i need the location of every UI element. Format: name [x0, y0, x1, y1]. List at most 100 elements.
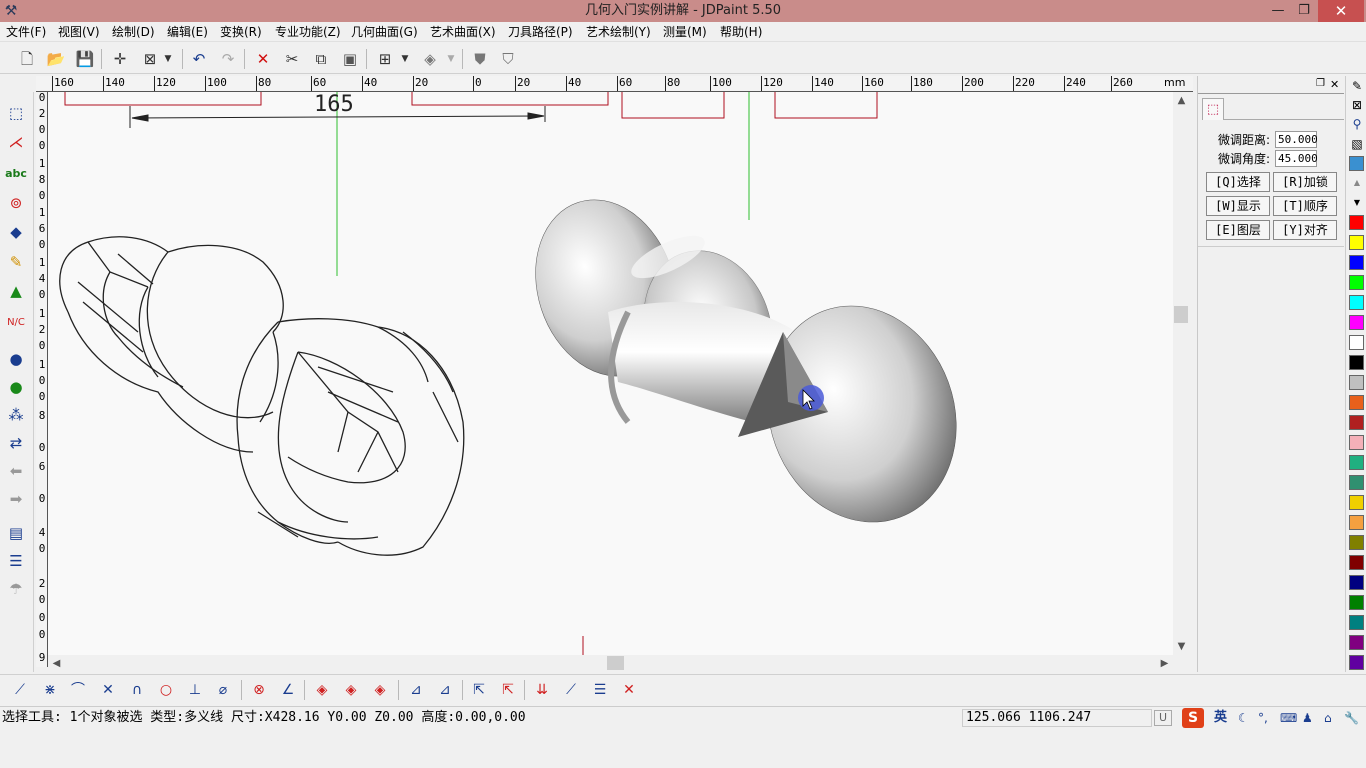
pattern-icon[interactable]: ▧: [1349, 136, 1365, 152]
select-button[interactable]: [Q]选择: [1206, 172, 1270, 192]
explode-icon[interactable]: ⇊: [530, 678, 554, 702]
paste-icon[interactable]: ▣: [338, 47, 362, 71]
open-folder-icon[interactable]: 📂: [44, 47, 68, 71]
arrow-right-icon[interactable]: ➡: [3, 486, 29, 512]
color-swatch[interactable]: [1349, 315, 1364, 330]
bulb-green-icon[interactable]: ●: [3, 374, 29, 400]
color-swatch[interactable]: [1349, 355, 1364, 370]
swap-icon[interactable]: ⇄: [3, 430, 29, 456]
current-color-swatch[interactable]: [1349, 156, 1364, 171]
polyline-icon[interactable]: ⋌: [3, 129, 29, 155]
wireframe-part[interactable]: [59, 236, 465, 556]
color-swatch[interactable]: [1349, 455, 1364, 470]
pick-remove-icon[interactable]: ⇱: [496, 678, 520, 702]
extend-multi-icon[interactable]: ⊿: [433, 678, 457, 702]
shade-dropdown-icon[interactable]: ▼: [444, 47, 458, 71]
color-swatch[interactable]: [1349, 655, 1364, 670]
select-dropdown-icon[interactable]: ▼: [161, 47, 175, 71]
color-swatch[interactable]: [1349, 415, 1364, 430]
fillet-tool-icon[interactable]: ⌒: [66, 678, 90, 702]
color-swatch[interactable]: [1349, 535, 1364, 550]
fine-distance-input[interactable]: 50.000: [1275, 131, 1318, 148]
order-button[interactable]: [T]顺序: [1273, 196, 1337, 216]
layers-icon[interactable]: ▤: [3, 520, 29, 546]
edit-tool-icon[interactable]: ✎: [3, 249, 29, 275]
select-box-icon[interactable]: ⊠: [138, 47, 162, 71]
menu-art-draw[interactable]: 艺术绘制(Y): [586, 24, 651, 40]
minimize-button[interactable]: —: [1264, 0, 1292, 22]
shield-alt-icon[interactable]: ⛉: [496, 47, 520, 71]
tangent-tool-icon[interactable]: ⌀: [211, 678, 235, 702]
drawing-canvas[interactable]: 165: [48, 92, 1173, 655]
shield-icon[interactable]: ⛊: [468, 47, 492, 71]
color-swatch[interactable]: [1349, 435, 1364, 450]
menu-help[interactable]: 帮助(H): [720, 24, 762, 40]
keyboard-icon[interactable]: ⌨: [1280, 709, 1297, 727]
scroll-left-icon[interactable]: ◀: [48, 655, 65, 672]
menu-measure[interactable]: 测量(M): [663, 24, 707, 40]
pen-icon[interactable]: ✎: [1349, 78, 1365, 94]
region-icon[interactable]: ◆: [3, 219, 29, 245]
color-swatch[interactable]: [1349, 275, 1364, 290]
panel-close-icon[interactable]: ✕: [1330, 78, 1339, 91]
perpendicular-tool-icon[interactable]: ⊥: [183, 678, 207, 702]
ime-u-icon[interactable]: U: [1154, 710, 1172, 726]
menu-view[interactable]: 视图(V): [58, 24, 100, 40]
no-fill-icon[interactable]: ⊠: [1349, 97, 1365, 113]
punctuation-icon[interactable]: °,: [1258, 709, 1268, 727]
intersect-tool-icon[interactable]: ✕: [96, 678, 120, 702]
align-button[interactable]: [Y]对齐: [1273, 220, 1337, 240]
point-tool-icon[interactable]: ⊗: [247, 678, 271, 702]
menu-toolpath[interactable]: 刀具路径(P): [508, 24, 573, 40]
color-swatch[interactable]: [1349, 475, 1364, 490]
arrow-left-icon[interactable]: ⬅: [3, 458, 29, 484]
scroll-right-icon[interactable]: ▶: [1156, 655, 1173, 672]
menu-professional[interactable]: 专业功能(Z): [275, 24, 341, 40]
extend-tool-icon[interactable]: ⊿: [404, 678, 428, 702]
color-swatch[interactable]: [1349, 615, 1364, 630]
vertical-scroll-thumb[interactable]: [1174, 306, 1188, 323]
pick-cross-icon[interactable]: ⇱: [467, 678, 491, 702]
shaded-part[interactable]: [514, 181, 987, 548]
copy-icon[interactable]: ⧉: [309, 47, 333, 71]
color-swatch[interactable]: [1349, 295, 1364, 310]
wrench-icon[interactable]: 🔧: [1344, 709, 1359, 727]
snap-icon[interactable]: ⊞: [373, 47, 397, 71]
maximize-button[interactable]: ❐: [1292, 0, 1316, 22]
color-swatch[interactable]: [1349, 235, 1364, 250]
horizontal-scrollbar[interactable]: ◀ ▶: [48, 655, 1173, 672]
scroll-down-icon[interactable]: ▼: [1173, 638, 1190, 655]
eyedropper-icon[interactable]: ⚲: [1349, 116, 1365, 132]
cut-icon[interactable]: ✂: [280, 47, 304, 71]
color-swatch[interactable]: [1349, 395, 1364, 410]
list-icon[interactable]: ☰: [3, 548, 29, 574]
ime-mode[interactable]: 英: [1214, 709, 1227, 727]
text-tool-icon[interactable]: abc: [3, 161, 29, 187]
menu-geometric-surface[interactable]: 几何曲面(G): [351, 24, 418, 40]
vertical-scrollbar[interactable]: ▲ ▼: [1173, 92, 1190, 655]
crosshair-icon[interactable]: ✛: [108, 47, 132, 71]
line-tool-icon[interactable]: ⟋: [8, 678, 32, 702]
arc-tool-icon[interactable]: ∩: [125, 678, 149, 702]
save-icon[interactable]: 💾: [73, 47, 97, 71]
list-select-icon[interactable]: ☰: [588, 678, 612, 702]
scroll-up-icon[interactable]: ▲: [1173, 92, 1190, 109]
nc-icon[interactable]: N/C: [3, 310, 29, 336]
color-swatch[interactable]: [1349, 375, 1364, 390]
panel-tab-select-icon[interactable]: ⬚: [1202, 98, 1224, 120]
shirt-icon[interactable]: ⌂: [1324, 709, 1332, 727]
node-add-icon[interactable]: ◈: [339, 678, 363, 702]
color-swatch[interactable]: [1349, 635, 1364, 650]
menu-transform[interactable]: 变换(R): [220, 24, 262, 40]
panel-restore-icon[interactable]: ❐: [1316, 78, 1325, 89]
join-icon[interactable]: ⟋: [559, 678, 583, 702]
fine-angle-input[interactable]: 45.000: [1275, 150, 1318, 167]
snap-dropdown-icon[interactable]: ▼: [398, 47, 412, 71]
shade-icon[interactable]: ◈: [418, 47, 442, 71]
bulb-pair-icon[interactable]: ⁂: [3, 402, 29, 428]
color-swatch[interactable]: [1349, 515, 1364, 530]
bulb-blue-icon[interactable]: ●: [3, 346, 29, 372]
palette-up-icon[interactable]: ▲: [1349, 175, 1365, 191]
layer-button[interactable]: [E]图层: [1206, 220, 1270, 240]
surface-icon[interactable]: ▲: [3, 278, 29, 304]
